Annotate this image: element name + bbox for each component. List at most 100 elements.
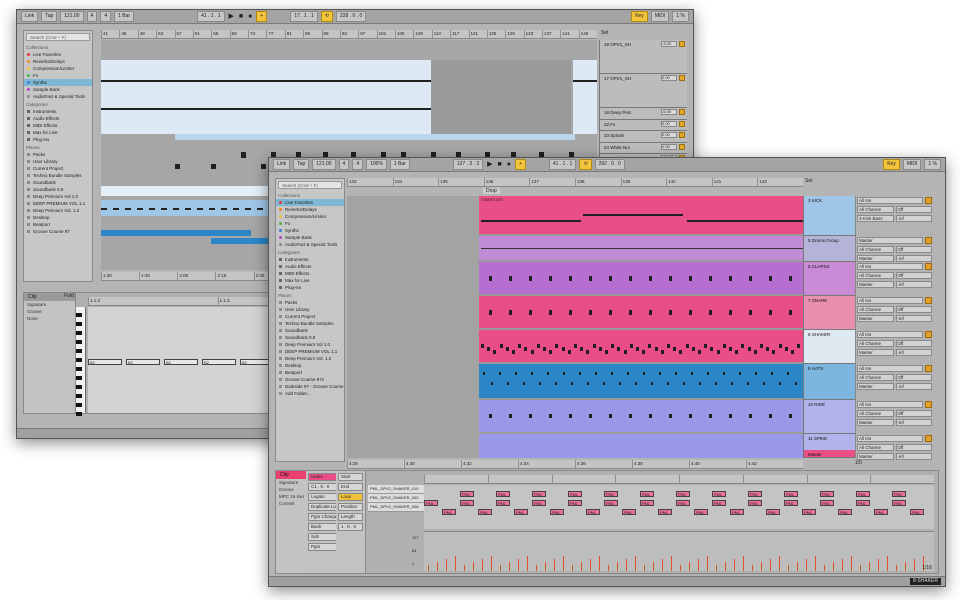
input-channel-menu[interactable]: All Channe — [857, 306, 894, 313]
track-activator-button[interactable] — [679, 132, 685, 138]
velocity-bar[interactable] — [734, 559, 735, 571]
clip-ruler[interactable] — [424, 475, 934, 484]
midi-note[interactable]: PML — [856, 500, 870, 506]
track-header[interactable]: 5 Drums Group — [804, 236, 855, 262]
sig-numerator[interactable]: 4 — [338, 159, 350, 170]
input-channel-menu[interactable]: All Channe — [857, 206, 894, 213]
set-button[interactable]: Set — [805, 178, 813, 184]
loop-length-field[interactable]: 292 . 0 . 0 — [594, 159, 625, 170]
place-item[interactable]: Current Project — [276, 313, 344, 320]
midi-note[interactable]: PML — [748, 491, 762, 497]
velocity-bar[interactable] — [779, 556, 780, 571]
loop-start-field[interactable]: 17 . 1 . 1 — [290, 11, 318, 22]
input-type-menu[interactable]: All Ins — [857, 365, 923, 372]
midi-note[interactable]: PML — [496, 500, 510, 506]
collection-item[interactable]: Sample Bank — [276, 234, 344, 241]
quantize-menu[interactable]: 1 Bar — [114, 11, 135, 22]
black-key[interactable] — [76, 313, 82, 317]
tap-button[interactable]: Tap — [41, 11, 58, 22]
midi-note[interactable]: PML — [640, 491, 654, 497]
velocity-bar[interactable] — [500, 565, 501, 571]
midi-note[interactable]: PML — [442, 509, 456, 515]
input-type-menu[interactable]: All Ins — [857, 263, 923, 270]
velocity-bar[interactable] — [545, 562, 546, 571]
midi-note[interactable]: PML — [424, 500, 438, 506]
velocity-bar[interactable] — [815, 556, 816, 571]
midi-note[interactable]: B2 — [126, 359, 160, 365]
track-header[interactable]: 7 SNARE — [804, 296, 855, 330]
midi-note[interactable]: PML — [514, 509, 528, 515]
collection-item[interactable]: Synths — [24, 79, 92, 86]
place-item[interactable]: Desktop — [276, 362, 344, 369]
place-item[interactable]: Soundbank — [276, 327, 344, 334]
velocity-bar[interactable] — [491, 556, 492, 571]
velocity-bar[interactable] — [878, 559, 879, 571]
volume-field[interactable]: 0.00 — [661, 143, 677, 150]
velocity-bar[interactable] — [698, 559, 699, 571]
track-activator[interactable] — [925, 435, 932, 442]
position-field[interactable]: 41 . 1 . 1 — [197, 11, 225, 22]
black-key[interactable] — [76, 403, 82, 407]
midi-note[interactable]: PML — [892, 491, 906, 497]
midi-note[interactable]: PML — [694, 509, 708, 515]
output-menu[interactable]: Master — [857, 453, 894, 460]
black-key[interactable] — [76, 367, 82, 371]
loop-start-field[interactable]: 41 . 1 . 1 — [548, 159, 577, 170]
track-header[interactable]: 3 KICK — [804, 196, 855, 236]
midi-note[interactable]: B2 — [164, 359, 198, 365]
place-item[interactable]: Add Folder... — [276, 390, 344, 397]
place-item[interactable]: Groove Course 97 — [24, 228, 92, 235]
midi-note[interactable]: PML — [478, 509, 492, 515]
velocity-bar[interactable] — [851, 556, 852, 571]
output-menu[interactable]: Master — [857, 419, 894, 426]
search-input[interactable]: Search (Cmd + F) — [26, 33, 90, 41]
midi-note[interactable]: PML — [532, 500, 546, 506]
midi-note[interactable]: PML — [676, 500, 690, 506]
place-item[interactable]: Deep Premium Vol. 1.2 — [276, 355, 344, 362]
velocity-bar[interactable] — [527, 556, 528, 571]
output-menu[interactable]: Master — [857, 315, 894, 322]
midi-note[interactable]: PML — [532, 491, 546, 497]
collection-item[interactable]: Compression/Limiter — [276, 213, 344, 220]
collection-item[interactable]: Fx — [24, 72, 92, 79]
category-item[interactable]: Max for Live — [24, 129, 92, 136]
place-item[interactable]: Current Project — [24, 165, 92, 172]
volume-field[interactable]: 0.00 — [661, 120, 677, 127]
collection-item[interactable]: Synths — [276, 227, 344, 234]
track-activator[interactable] — [925, 401, 932, 408]
loop-button[interactable]: Loop — [338, 493, 363, 501]
monitor-off[interactable]: Off — [895, 410, 932, 417]
key-map-button[interactable]: Key — [883, 159, 900, 170]
automation-arm-button[interactable]: + — [256, 11, 268, 22]
note-editor[interactable]: PML PML PML PML PML PML PML PML PML PML PML PML PML P… — [424, 485, 934, 529]
category-item[interactable]: Audio Effects — [24, 115, 92, 122]
velocity-bar[interactable] — [581, 562, 582, 571]
place-item[interactable]: Desktop — [24, 214, 92, 221]
place-item[interactable]: Deep Premium Vol 1.0 — [24, 193, 92, 200]
track-activator[interactable] — [925, 297, 932, 304]
tempo-field[interactable]: 121.00 — [312, 159, 336, 170]
velocity-bar[interactable] — [752, 565, 753, 571]
black-key[interactable] — [76, 340, 82, 344]
track-header[interactable]: 6 CLAPSS — [804, 262, 855, 296]
velocity-bar[interactable] — [725, 562, 726, 571]
midi-note[interactable]: B2 — [88, 359, 122, 365]
track-activator[interactable] — [925, 237, 932, 244]
place-item[interactable]: Soundbank 0.9 — [24, 186, 92, 193]
collection-item[interactable]: Live Favorites — [24, 51, 92, 58]
sig-numerator[interactable]: 4 — [86, 11, 98, 22]
velocity-bar[interactable] — [446, 559, 447, 571]
velocity-bar[interactable] — [869, 562, 870, 571]
midi-note[interactable]: PML — [820, 491, 834, 497]
quantize-menu[interactable]: 1 Bar — [389, 159, 410, 170]
clip-grey-block[interactable] — [431, 60, 571, 134]
track-header[interactable]: 22 Fx 0.00 — [600, 120, 687, 131]
velocity-bar[interactable] — [590, 559, 591, 571]
clip-spike[interactable] — [479, 434, 803, 458]
velocity-bar[interactable] — [554, 559, 555, 571]
fold-button[interactable]: Fold — [64, 293, 74, 299]
clip-pad-long[interactable] — [101, 60, 431, 134]
category-item[interactable]: Instruments — [276, 256, 344, 263]
velocity-bar[interactable] — [671, 556, 672, 571]
track-header[interactable]: 24 White Noi 0.00 — [600, 143, 687, 154]
